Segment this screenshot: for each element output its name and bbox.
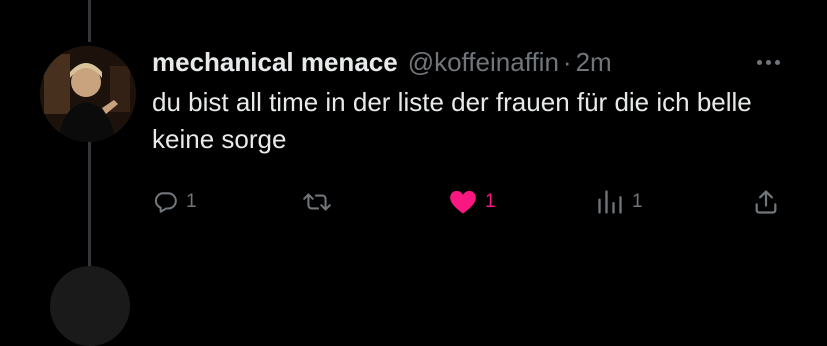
avatar[interactable] xyxy=(40,46,136,142)
timestamp[interactable]: 2m xyxy=(576,44,612,80)
reply-button[interactable]: 1 xyxy=(152,186,197,218)
tweet-text: du bist all time in der liste der frauen… xyxy=(152,87,752,154)
next-tweet-avatar[interactable] xyxy=(50,266,130,346)
like-button[interactable]: 1 xyxy=(449,186,496,218)
avatar-photo xyxy=(40,46,136,142)
retweet-button[interactable] xyxy=(302,186,340,218)
more-dots-icon xyxy=(765,59,771,65)
thread-line-bottom xyxy=(88,142,91,275)
views-count: 1 xyxy=(632,191,643,212)
tweet-header: mechanical menace @koffeinaffin · 2m xyxy=(152,44,612,80)
reply-count: 1 xyxy=(186,191,197,212)
views-button[interactable]: 1 xyxy=(596,186,643,218)
share-icon xyxy=(755,190,777,214)
reply-icon xyxy=(154,192,177,213)
more-options-button[interactable] xyxy=(748,50,788,74)
more-dots-icon xyxy=(774,59,780,65)
separator-dot: · xyxy=(562,47,572,77)
display-name[interactable]: mechanical menace xyxy=(152,44,398,80)
analytics-icon xyxy=(598,190,622,214)
thread-line-top xyxy=(88,0,91,42)
more-dots-icon xyxy=(756,59,762,65)
like-count: 1 xyxy=(485,191,496,212)
user-handle[interactable]: @koffeinaffin xyxy=(408,44,559,80)
heart-filled-icon xyxy=(450,190,476,214)
retweet-icon xyxy=(303,193,331,211)
share-button[interactable] xyxy=(752,186,780,218)
